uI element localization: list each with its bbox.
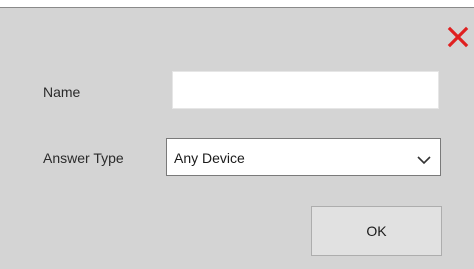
- answer-type-label: Answer Type: [43, 150, 124, 166]
- new-answer-dialog: Name Answer Type Any Device OK: [0, 7, 474, 269]
- chevron-down-icon: [417, 152, 431, 165]
- ok-button[interactable]: OK: [311, 206, 442, 256]
- answer-type-dropdown[interactable]: Any Device: [166, 138, 441, 176]
- close-button[interactable]: [446, 25, 470, 49]
- close-icon: [446, 25, 470, 49]
- answer-type-selected-value: Any Device: [174, 150, 245, 166]
- name-label: Name: [43, 84, 81, 100]
- name-input[interactable]: [172, 71, 439, 109]
